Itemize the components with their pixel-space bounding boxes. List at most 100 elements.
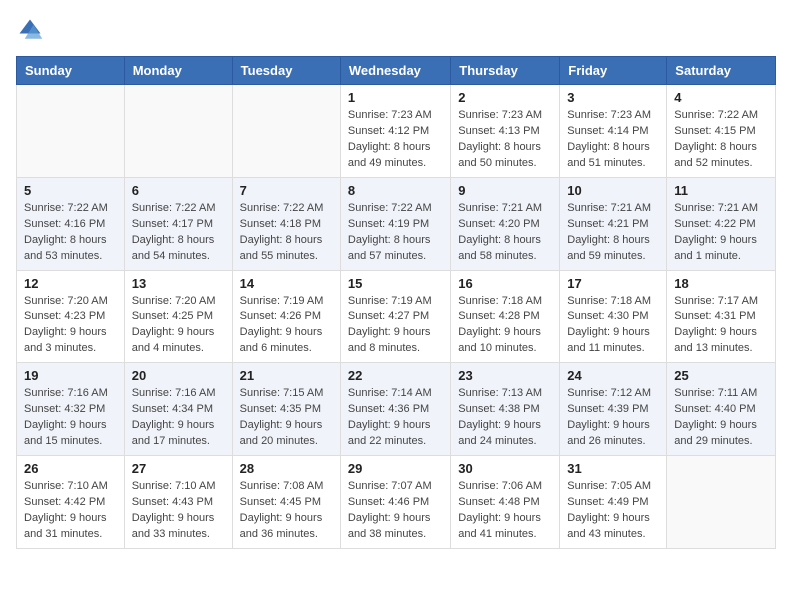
day-info-line: Sunset: 4:19 PM — [348, 218, 429, 230]
day-info-line: Sunset: 4:20 PM — [458, 218, 539, 230]
day-info: Sunrise: 7:20 AMSunset: 4:23 PMDaylight:… — [24, 294, 117, 358]
day-info-line: Sunrise: 7:15 AM — [240, 387, 324, 399]
calendar-cell: 10Sunrise: 7:21 AMSunset: 4:21 PMDayligh… — [560, 177, 667, 270]
day-info-line: Daylight: 9 hours and 33 minutes. — [132, 512, 215, 540]
day-info-line: Sunset: 4:17 PM — [132, 218, 213, 230]
day-info-line: Daylight: 9 hours and 15 minutes. — [24, 419, 107, 447]
day-info-line: Sunset: 4:16 PM — [24, 218, 105, 230]
day-info-line: Sunset: 4:45 PM — [240, 496, 321, 508]
day-number: 14 — [240, 276, 333, 291]
day-info-line: Sunset: 4:34 PM — [132, 403, 213, 415]
day-number: 26 — [24, 461, 117, 476]
day-info-line: Daylight: 8 hours and 59 minutes. — [567, 234, 650, 262]
calendar-cell — [17, 85, 125, 178]
day-info: Sunrise: 7:16 AM Sunset: 4:34 PM Daylight:… — [132, 386, 225, 450]
day-info: Sunrise: 7:14 AMSunset: 4:36 PMDaylight:… — [348, 386, 443, 450]
day-info-line: Sunset: 4:48 PM — [458, 496, 539, 508]
day-number: 6 — [132, 183, 225, 198]
calendar-table: SundayMondayTuesdayWednesdayThursdayFrid… — [16, 56, 776, 549]
calendar-cell: 27Sunrise: 7:10 AMSunset: 4:43 PMDayligh… — [124, 456, 232, 549]
calendar-cell: 30Sunrise: 7:06 AMSunset: 4:48 PMDayligh… — [451, 456, 560, 549]
day-info-line: Daylight: 9 hours and 3 minutes. — [24, 326, 107, 354]
calendar-cell: 26Sunrise: 7:10 AMSunset: 4:42 PMDayligh… — [17, 456, 125, 549]
day-info-line: Sunrise: 7:22 AM — [674, 109, 758, 121]
calendar-cell: 28Sunrise: 7:08 AMSunset: 4:45 PMDayligh… — [232, 456, 340, 549]
day-info-line: Sunset: 4:13 PM — [458, 125, 539, 137]
calendar-cell: 4Sunrise: 7:22 AMSunset: 4:15 PMDaylight… — [667, 85, 776, 178]
logo-icon — [16, 16, 44, 44]
day-info: Sunrise: 7:07 AMSunset: 4:46 PMDaylight:… — [348, 479, 443, 543]
day-number: 17 — [567, 276, 659, 291]
day-info: Sunrise: 7:22 AMSunset: 4:16 PMDaylight:… — [24, 201, 117, 265]
calendar-cell: 20 Sunrise: 7:16 AM Sunset: 4:34 PM Dayligh… — [124, 363, 232, 456]
day-info-line: Sunset: 4:25 PM — [132, 310, 213, 322]
day-info-line: Daylight: 9 hours and 20 minutes. — [240, 419, 323, 447]
calendar-cell: 5Sunrise: 7:22 AMSunset: 4:16 PMDaylight… — [17, 177, 125, 270]
day-info: Sunrise: 7:21 AM Sunset: 4:21 PM Daylight:… — [567, 201, 659, 265]
day-info: Sunrise: 7:21 AMSunset: 4:22 PMDaylight:… — [674, 201, 768, 265]
day-info-line: Daylight: 9 hours and 29 minutes. — [674, 419, 757, 447]
day-info-line: Sunrise: 7:05 AM — [567, 480, 651, 492]
day-info: Sunrise: 7:12 AMSunset: 4:39 PMDaylight:… — [567, 386, 659, 450]
day-info-line: Daylight: 8 hours and 50 minutes. — [458, 141, 541, 169]
day-info-line: Sunset: 4:21 PM — [567, 218, 648, 230]
day-number: 27 — [132, 461, 225, 476]
calendar-cell: 14Sunrise: 7:19 AMSunset: 4:26 PMDayligh… — [232, 270, 340, 363]
weekday-sunday: Sunday — [17, 57, 125, 85]
day-info: Sunrise: 7:18 AMSunset: 4:28 PMDaylight:… — [458, 294, 552, 358]
calendar-week-3: 12Sunrise: 7:20 AMSunset: 4:23 PMDayligh… — [17, 270, 776, 363]
day-info-line: Sunrise: 7:22 AM — [348, 202, 432, 214]
day-info-line: Daylight: 9 hours and 31 minutes. — [24, 512, 107, 540]
calendar-week-1: 1Sunrise: 7:23 AMSunset: 4:12 PMDaylight… — [17, 85, 776, 178]
day-number: 16 — [458, 276, 552, 291]
day-info: Sunrise: 7:16 AMSunset: 4:32 PMDaylight:… — [24, 386, 117, 450]
calendar-week-5: 26Sunrise: 7:10 AMSunset: 4:42 PMDayligh… — [17, 456, 776, 549]
day-info-line: Sunset: 4:30 PM — [567, 310, 648, 322]
day-info: Sunrise: 7:20 AMSunset: 4:25 PMDaylight:… — [132, 294, 225, 358]
day-info-line: Sunset: 4:14 PM — [567, 125, 648, 137]
day-info-line: Sunrise: 7:22 AM — [240, 202, 324, 214]
day-info-line: Daylight: 9 hours and 13 minutes. — [674, 326, 757, 354]
calendar-cell: 6 Sunrise: 7:22 AMSunset: 4:17 PMDaylight… — [124, 177, 232, 270]
weekday-tuesday: Tuesday — [232, 57, 340, 85]
calendar-cell: 22Sunrise: 7:14 AMSunset: 4:36 PMDayligh… — [340, 363, 450, 456]
day-info-line: Sunset: 4:36 PM — [348, 403, 429, 415]
day-number: 20 — [132, 368, 225, 383]
day-number: 13 — [132, 276, 225, 291]
day-info: Sunrise: 7:22 AMSunset: 4:17 PMDaylight:… — [132, 201, 225, 265]
day-info-line: Daylight: 9 hours and 43 minutes. — [567, 512, 650, 540]
day-info-line: Sunrise: 7:16 AM — [132, 387, 216, 399]
day-info-line: Sunset: 4:32 PM — [24, 403, 105, 415]
day-info-line: Sunset: 4:49 PM — [567, 496, 648, 508]
day-info-line: Daylight: 8 hours and 58 minutes. — [458, 234, 541, 262]
calendar-cell: 24Sunrise: 7:12 AMSunset: 4:39 PMDayligh… — [560, 363, 667, 456]
day-info-line: Sunset: 4:39 PM — [567, 403, 648, 415]
calendar-cell: 3Sunrise: 7:23 AMSunset: 4:14 PMDaylight… — [560, 85, 667, 178]
calendar-week-2: 5Sunrise: 7:22 AMSunset: 4:16 PMDaylight… — [17, 177, 776, 270]
day-number: 2 — [458, 90, 552, 105]
day-info-line: Daylight: 9 hours and 17 minutes. — [132, 419, 215, 447]
calendar-cell: 19Sunrise: 7:16 AMSunset: 4:32 PMDayligh… — [17, 363, 125, 456]
day-info-line: Sunset: 4:27 PM — [348, 310, 429, 322]
day-number: 9 — [458, 183, 552, 198]
day-info-line: Sunset: 4:46 PM — [348, 496, 429, 508]
calendar-cell: 11Sunrise: 7:21 AMSunset: 4:22 PMDayligh… — [667, 177, 776, 270]
day-info-line: Daylight: 9 hours and 38 minutes. — [348, 512, 431, 540]
day-info-line: Daylight: 9 hours and 41 minutes. — [458, 512, 541, 540]
day-info-line: Daylight: 8 hours and 57 minutes. — [348, 234, 431, 262]
day-info-line: Sunrise: 7:21 AM — [567, 202, 651, 214]
day-info-line: Sunrise: 7:21 AM — [674, 202, 758, 214]
day-info-line: Sunrise: 7:06 AM — [458, 480, 542, 492]
day-info: Sunrise: 7:17 AMSunset: 4:31 PMDaylight:… — [674, 294, 768, 358]
day-number: 18 — [674, 276, 768, 291]
logo — [16, 16, 48, 44]
day-info: Sunrise: 7:08 AMSunset: 4:45 PMDaylight:… — [240, 479, 333, 543]
day-info: Sunrise: 7:15 AMSunset: 4:35 PMDaylight:… — [240, 386, 333, 450]
calendar-cell: 21Sunrise: 7:15 AMSunset: 4:35 PMDayligh… — [232, 363, 340, 456]
day-info-line: Sunrise: 7:11 AM — [674, 387, 757, 399]
calendar-cell: 17Sunrise: 7:18 AMSunset: 4:30 PMDayligh… — [560, 270, 667, 363]
day-info-line: Daylight: 8 hours and 54 minutes. — [132, 234, 215, 262]
day-info-line: Daylight: 9 hours and 36 minutes. — [240, 512, 323, 540]
day-info: Sunrise: 7:22 AM Sunset: 4:19 PM Daylight:… — [348, 201, 443, 265]
day-info: Sunrise: 7:11 AMSunset: 4:40 PMDaylight:… — [674, 386, 768, 450]
